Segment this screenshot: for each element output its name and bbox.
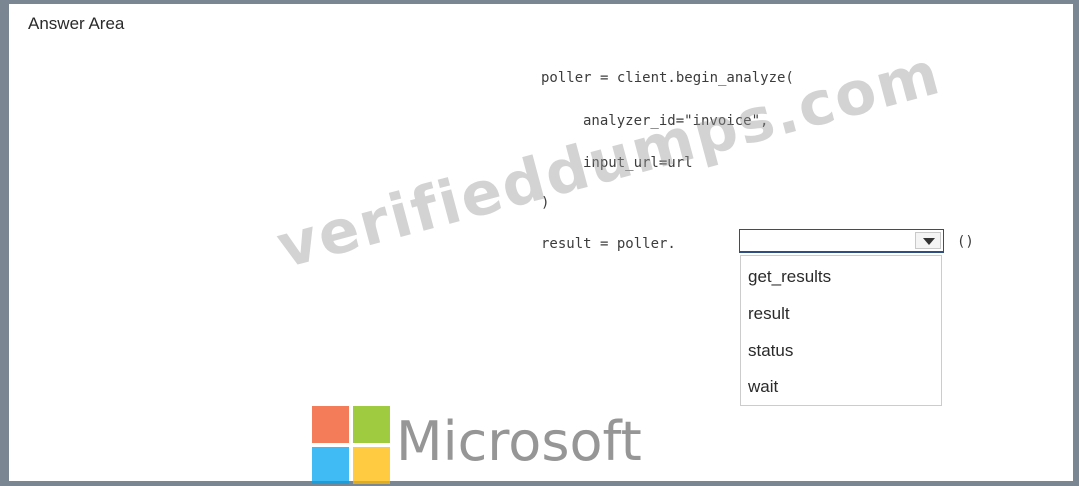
logo-square-red	[312, 406, 349, 443]
chevron-down-icon[interactable]	[915, 232, 941, 249]
dropdown-option-get-results[interactable]: get_results	[748, 267, 831, 287]
call-parentheses: ()	[957, 234, 974, 250]
logo-square-blue	[312, 447, 349, 484]
microsoft-wordmark: Microsoft	[396, 410, 642, 473]
dropdown-option-list: get_results result status wait	[740, 255, 942, 406]
method-dropdown[interactable]	[739, 229, 944, 253]
microsoft-logo-icon	[312, 406, 390, 484]
code-line-5: result = poller.	[541, 236, 676, 252]
logo-square-green	[353, 406, 390, 443]
dropdown-option-result[interactable]: result	[748, 304, 790, 324]
answer-area-title: Answer Area	[28, 14, 125, 33]
dropdown-option-status[interactable]: status	[748, 341, 793, 361]
logo-square-yellow	[353, 447, 390, 484]
dropdown-option-wait[interactable]: wait	[748, 377, 778, 397]
